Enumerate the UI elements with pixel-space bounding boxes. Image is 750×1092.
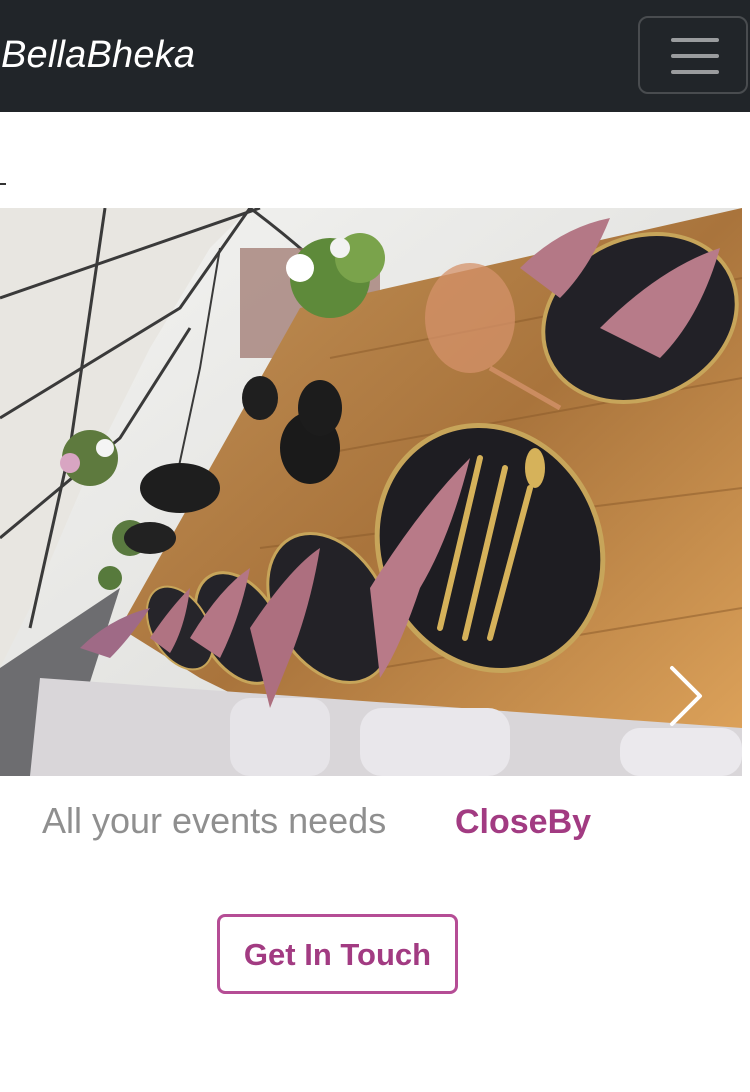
get-in-touch-button[interactable]: Get In Touch xyxy=(217,914,458,994)
brand-logo[interactable]: BellaBheka xyxy=(1,32,195,78)
hamburger-menu-icon-bar xyxy=(671,54,719,58)
hero-image xyxy=(0,208,742,776)
divider-mark xyxy=(0,183,6,185)
carousel-next-button[interactable] xyxy=(652,648,722,748)
top-navbar: BellaBheka xyxy=(0,0,750,112)
hamburger-menu-icon-bar xyxy=(671,70,719,74)
chevron-right-icon xyxy=(670,666,702,726)
hamburger-menu-icon xyxy=(671,38,719,42)
hero-carousel xyxy=(0,208,742,776)
navbar-toggler-button[interactable] xyxy=(638,16,748,94)
tagline-text: All your events needs xyxy=(42,800,387,841)
tagline-accent: CloseBy xyxy=(455,803,592,841)
